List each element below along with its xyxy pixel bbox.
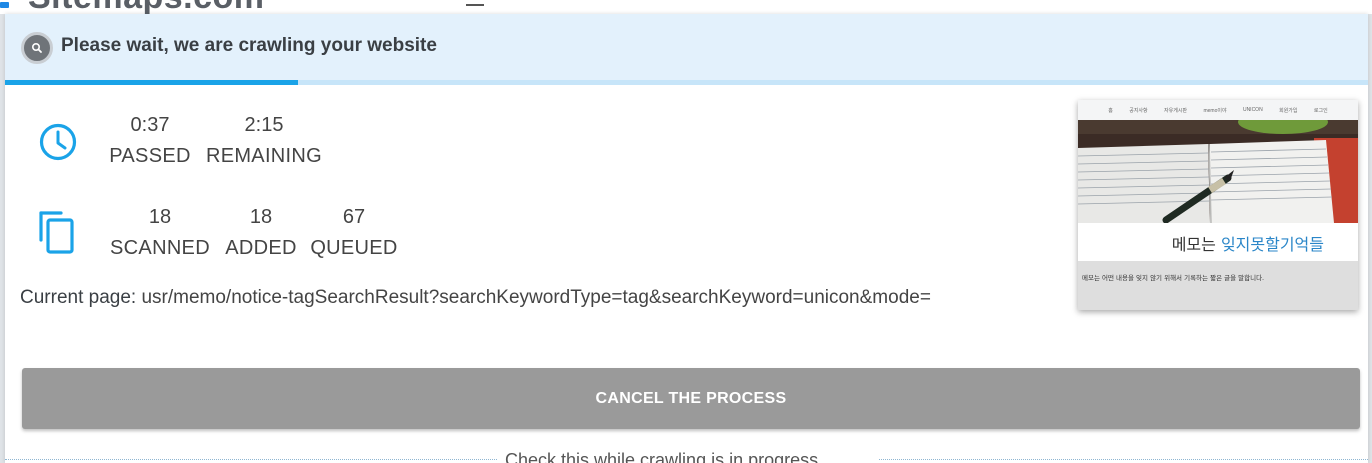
page-background-right (1368, 14, 1372, 463)
copy-pages-icon (37, 210, 77, 261)
current-page-label: Current page: (20, 287, 137, 308)
preview-nav-item: 회원가입 (1279, 107, 1298, 114)
stat-passed: 0:37 PASSED (105, 110, 195, 172)
stat-queued-label: QUEUED (310, 237, 398, 259)
preview-hero-image (1078, 120, 1358, 223)
stat-scanned: 18 SCANNED (105, 202, 215, 264)
site-logo-mark (0, 2, 9, 8)
hint-divider-right (879, 459, 1368, 460)
preview-body: 메모는 어떤 내용을 잊지 않기 위해서 기록하는 짧은 글을 말합니다. (1078, 261, 1358, 310)
preview-nav-item: UNICON (1242, 107, 1263, 113)
current-page-url: usr/memo/notice-tagSearchResult?searchKe… (141, 287, 931, 308)
stat-remaining-value: 2:15 (244, 114, 284, 136)
preview-nav-item: 홈 (1108, 107, 1113, 114)
preview-nav-item: 자유게시판 (1164, 107, 1188, 114)
preview-caption: 메모는 잊지못할기억들 (1172, 231, 1324, 255)
cancel-process-button[interactable]: CANCEL THE PROCESS (22, 368, 1360, 429)
clock-icon (38, 122, 78, 167)
crawl-hint-text: Check this while crawling is in progress (505, 450, 819, 463)
stat-remaining: 2:15 REMAINING (202, 110, 326, 172)
stat-passed-label: PASSED (109, 145, 191, 167)
search-icon (21, 32, 53, 64)
preview-description: 메모는 어떤 내용을 잊지 않기 위해서 기록하는 짧은 글을 말합니다. (1082, 274, 1265, 282)
site-logo: Sitemaps.com (28, 0, 265, 14)
site-header: Sitemaps.com (0, 0, 1372, 14)
stat-remaining-label: REMAINING (205, 145, 323, 167)
stat-added-label: ADDED (225, 237, 297, 259)
preview-caption-prefix: 메모는 (1171, 235, 1221, 254)
preview-caption-highlight: 잊지못할기억들 (1220, 235, 1324, 254)
preview-caption-bar: 메모는 잊지못할기억들 (1078, 223, 1358, 261)
current-page: Current page: usr/memo/notice-tagSearchR… (20, 287, 931, 309)
crawling-modal: Please wait, we are crawling your websit… (5, 14, 1368, 463)
preview-nav-item: 로그인 (1313, 107, 1328, 114)
stat-added-value: 18 (249, 206, 273, 228)
preview-nav: 홈 공지사항 자유게시판 memo이야 UNICON 회원가입 로그인 (1078, 100, 1358, 120)
stat-passed-value: 0:37 (130, 114, 170, 136)
modal-title: Please wait, we are crawling your websit… (61, 35, 437, 56)
site-header-divider (466, 4, 484, 6)
hint-divider-left (5, 459, 497, 460)
modal-header: Please wait, we are crawling your websit… (5, 14, 1368, 80)
stat-added: 18 ADDED (221, 202, 301, 264)
crawl-progress-fill (5, 80, 299, 85)
stat-scanned-label: SCANNED (110, 237, 210, 259)
crawl-progress-bar (5, 80, 1368, 85)
preview-nav-item: 공지사항 (1129, 107, 1148, 114)
stat-queued: 67 QUEUED (307, 202, 401, 264)
stat-scanned-value: 18 (148, 206, 172, 228)
page-preview-thumbnail: 홈 공지사항 자유게시판 memo이야 UNICON 회원가입 로그인 메모는 … (1078, 100, 1358, 310)
preview-nav-item: memo이야 (1203, 107, 1227, 114)
stat-queued-value: 67 (342, 206, 366, 228)
